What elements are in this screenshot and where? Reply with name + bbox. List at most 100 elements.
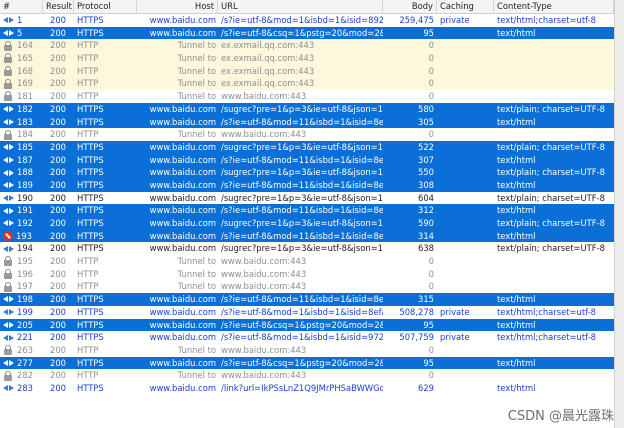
session-row[interactable]: 191 200 HTTPS www.baidu.com/s?ie=utf-8&mod=… (0, 204, 614, 217)
session-row[interactable]: 197 200 HTTP Tunnel to www.baidu.com:443 0 (0, 280, 614, 294)
https-arrows-icon (3, 15, 15, 25)
session-body: 312 (418, 205, 434, 216)
session-result: 200 (50, 357, 66, 368)
session-protocol: HTTPS (77, 141, 104, 152)
session-content-type: text/html (497, 27, 536, 38)
session-row[interactable]: 205 200 HTTPS www.baidu.com/s?ie=utf-8&csq=… (0, 318, 614, 332)
session-host: www.baidu.com (149, 103, 216, 114)
session-caching (437, 27, 494, 40)
session-content-type: text/plain; charset=UTF-8 (497, 243, 605, 254)
session-body: 508,278 (399, 306, 434, 317)
session-caching (437, 90, 494, 103)
session-row[interactable]: 169 200 HTTP Tunnel to ex.exmail.qq.com:443 0 (0, 77, 614, 91)
session-row[interactable]: 190 200 HTTPS www.baidu.com/sugrec?pre=1&p=… (0, 191, 614, 205)
https-arrows-icon (3, 358, 15, 368)
tunnel-lock-icon (3, 269, 15, 280)
session-num: 191 (17, 205, 33, 216)
session-caching (437, 230, 494, 243)
session-row[interactable]: 192 200 HTTPS www.baidu.com/sugrec?pre=1&p=… (0, 217, 614, 230)
https-arrows-icon (3, 180, 15, 190)
session-url: www.baidu.com:443 (221, 344, 307, 355)
session-content-type (494, 65, 614, 78)
session-protocol: HTTPS (77, 306, 104, 317)
session-row[interactable]: 199 200 HTTPS www.baidu.com/s?ie=utf-8&mod=… (0, 305, 614, 319)
session-caching (437, 382, 494, 395)
session-result: 200 (50, 141, 66, 152)
session-content-type: text/html;charset=utf-8 (497, 306, 596, 317)
session-row[interactable]: 282 200 HTTP Tunnel to www.baidu.com:443 0 (0, 369, 614, 382)
session-content-type: text/plain; charset=UTF-8 (497, 103, 605, 114)
tunnel-lock-icon (3, 91, 15, 102)
tunnel-lock-icon (3, 281, 15, 292)
session-protocol: HTTP (77, 91, 99, 102)
session-num-cell: 199 (0, 306, 43, 319)
session-row[interactable]: 165 200 HTTP Tunnel to ex.exmail.qq.com:443 0 (0, 52, 614, 65)
vertical-scrollbar[interactable] (614, 0, 624, 428)
session-row[interactable]: 189 200 HTTPS www.baidu.com/s?ie=utf-8&mod=… (0, 178, 614, 192)
session-row[interactable]: 277 200 HTTPS www.baidu.com/s?ie=utf-8&csq=… (0, 356, 614, 370)
https-arrows-icon (3, 168, 15, 178)
session-row[interactable]: 193 200 HTTPS www.baidu.com/s?ie=utf-8&mod=… (0, 229, 614, 243)
session-protocol: HTTPS (77, 15, 104, 25)
session-num-cell: 182 (0, 103, 43, 116)
session-url: /s?ie=utf-8&mod=11&isbd=1&isid=8efa9... (221, 294, 383, 305)
session-row[interactable]: 5 200 HTTPS www.baidu.com/s?ie=utf-8&csq=1&… (0, 26, 614, 40)
session-content-type: text/html (497, 230, 536, 241)
session-protocol: HTTPS (77, 205, 104, 216)
session-row[interactable]: 185 200 HTTPS www.baidu.com/sugrec?pre=1&p=… (0, 140, 614, 154)
session-protocol: HTTP (77, 53, 99, 64)
sessions-list[interactable]: # Result Protocol Host URL Body Caching … (0, 0, 614, 428)
session-row[interactable]: 198 200 HTTPS www.baidu.com/s?ie=utf-8&mod=… (0, 293, 614, 306)
session-row[interactable]: 187 200 HTTPS www.baidu.com/s?ie=utf-8&mod=… (0, 153, 614, 167)
session-caching (437, 39, 494, 52)
session-url: /sugrec?pre=1&p=3&ie=utf-8&json=1&pr... (221, 192, 383, 203)
session-body: 305 (418, 116, 434, 127)
session-body: 0 (428, 344, 434, 355)
session-row[interactable]: 168 200 HTTP Tunnel to ex.exmail.qq.com:443 0 (0, 64, 614, 78)
session-url: /sugrec?pre=1&p=3&ie=utf-8&json=1&pr... (221, 218, 383, 228)
session-host: Tunnel to (177, 281, 216, 292)
session-row[interactable]: 164 200 HTTP Tunnel to ex.exmail.qq.com:443 0 (0, 39, 614, 53)
session-caching (437, 192, 494, 205)
session-url: /s?ie=utf-8&mod=11&isbd=1&isid=8efa9... (221, 116, 383, 127)
session-row[interactable]: 263 200 HTTP Tunnel to www.baidu.com:443 0 (0, 343, 614, 357)
column-header-content-type[interactable]: Content-Type (494, 0, 614, 13)
session-row[interactable]: 181 200 HTTP Tunnel to www.baidu.com:443 0 (0, 90, 614, 103)
session-row[interactable]: 194 200 HTTPS www.baidu.com/sugrec?pre=1&p=… (0, 242, 614, 256)
session-num: 263 (17, 344, 33, 355)
session-row[interactable]: 283 200 HTTPS www.baidu.com/link?url=IkPSsL… (0, 381, 614, 395)
session-row[interactable]: 195 200 HTTP Tunnel to www.baidu.com:443 0 (0, 255, 614, 268)
session-row[interactable]: 221 200 HTTPS www.baidu.com/s?ie=utf-8&mod=… (0, 331, 614, 344)
session-row[interactable]: 183 200 HTTPS www.baidu.com/s?ie=utf-8&mod=… (0, 115, 614, 129)
session-content-type (494, 90, 614, 103)
column-header-caching[interactable]: Caching (437, 0, 494, 13)
session-content-type: text/html (497, 154, 536, 165)
column-header-protocol[interactable]: Protocol (74, 0, 137, 13)
session-protocol: HTTP (77, 256, 99, 267)
column-header-result[interactable]: Result (43, 0, 74, 13)
session-host: www.baidu.com (149, 319, 216, 330)
session-num: 5 (17, 27, 23, 38)
session-body: 507,759 (399, 332, 434, 343)
session-caching: private (440, 332, 470, 343)
session-row[interactable]: 196 200 HTTP Tunnel to www.baidu.com:443 0 (0, 267, 614, 281)
session-num-cell: 165 (0, 52, 43, 65)
session-num-cell: 205 (0, 319, 43, 332)
session-host: Tunnel to (177, 370, 216, 381)
session-num: 182 (17, 103, 33, 114)
column-header-body[interactable]: Body (383, 0, 437, 13)
session-row[interactable]: 188 200 HTTPS www.baidu.com/sugrec?pre=1&p=… (0, 166, 614, 179)
session-row[interactable]: 184 200 HTTP Tunnel to www.baidu.com:443 0 (0, 128, 614, 141)
session-caching (437, 204, 494, 217)
column-header-num[interactable]: # (0, 0, 43, 13)
column-header-url[interactable]: URL (218, 0, 383, 13)
session-body: 314 (418, 230, 434, 241)
session-num-cell: 185 (0, 141, 43, 154)
session-host: www.baidu.com (149, 332, 216, 343)
session-result: 200 (50, 91, 66, 102)
session-caching: private (440, 15, 470, 25)
session-row[interactable]: 1 200 HTTPS www.baidu.com/s?ie=utf-8&mod=1&… (0, 14, 614, 27)
session-row[interactable]: 182 200 HTTPS www.baidu.com/sugrec?pre=1&p=… (0, 102, 614, 116)
column-header-host[interactable]: Host (137, 0, 218, 13)
session-num: 165 (17, 53, 33, 64)
